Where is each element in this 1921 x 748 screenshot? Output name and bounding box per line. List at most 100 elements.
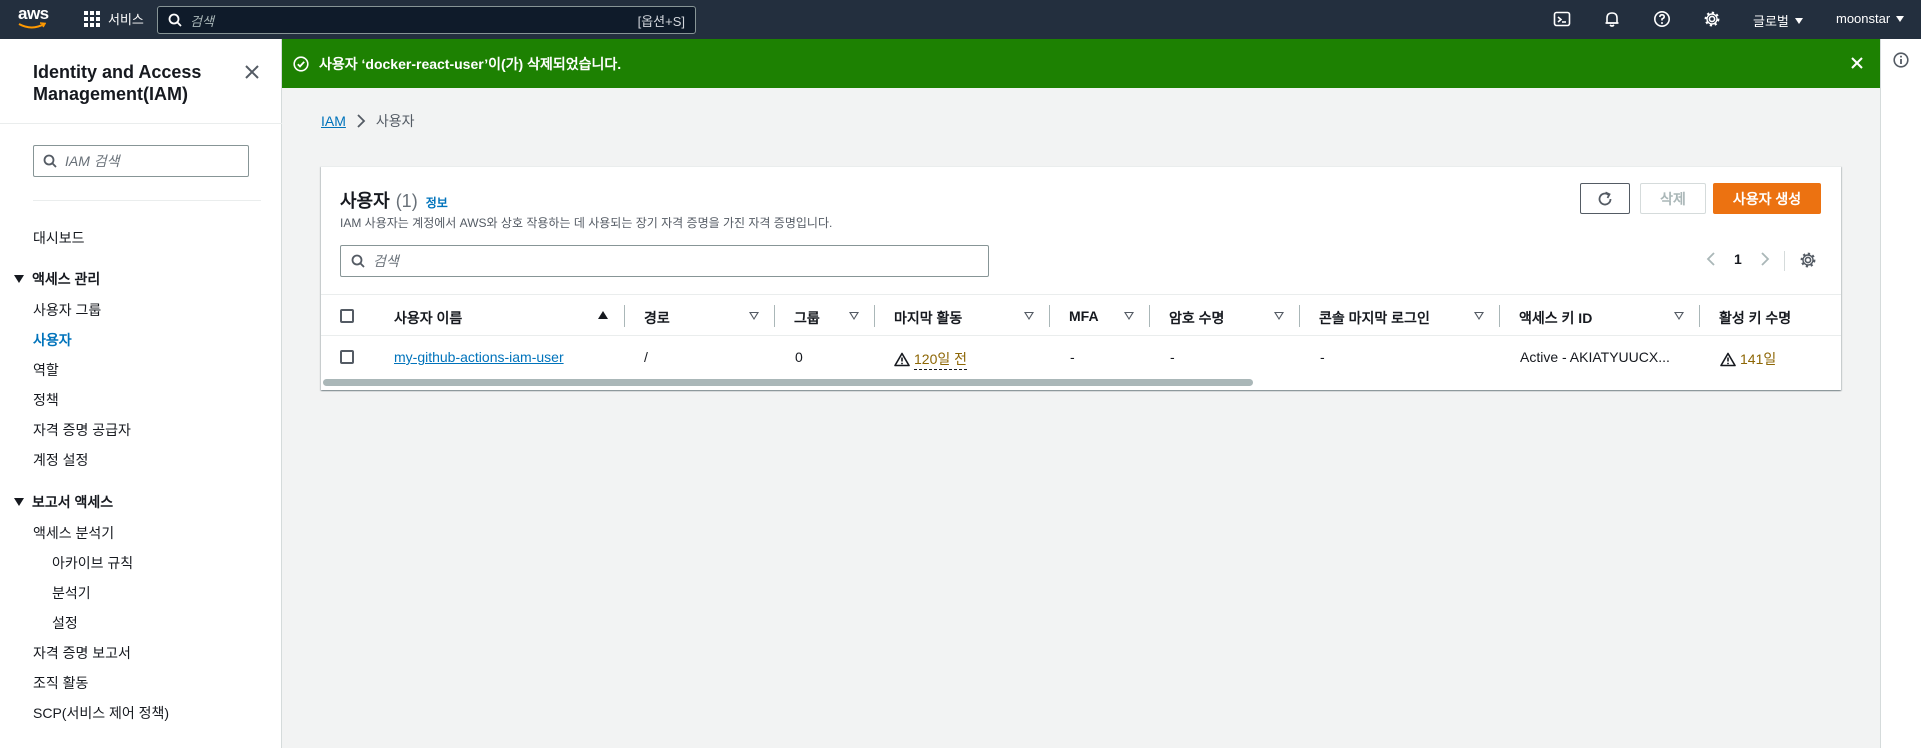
sidebar-item-archive-rules[interactable]: 아카이브 규칙 [52, 553, 133, 573]
column-header-mfa[interactable]: MFA [1069, 308, 1099, 324]
users-description: IAM 사용자는 계정에서 AWS와 상호 작용하는 데 사용되는 장기 자격 … [340, 216, 833, 230]
sidebar-item-users[interactable]: 사용자 [33, 330, 72, 350]
sort-icon[interactable] [1474, 312, 1484, 320]
column-header-username[interactable]: 사용자 이름 [394, 308, 462, 328]
sidebar-item-analyzer-settings[interactable]: 설정 [52, 613, 78, 633]
services-menu[interactable]: 서비스 [84, 9, 144, 28]
aws-logo[interactable]: aws [18, 5, 52, 32]
column-resizer[interactable] [1299, 305, 1300, 327]
search-icon [351, 254, 365, 268]
sidebar-item-roles[interactable]: 역할 [33, 360, 59, 380]
side-navigation: Identity and Access Management(IAM) IAM … [0, 39, 282, 748]
divider [0, 123, 282, 124]
horizontal-scrollbar[interactable] [323, 379, 1253, 386]
select-all-checkbox[interactable] [340, 309, 354, 323]
password-age-cell: - [1170, 349, 1175, 365]
sort-icon[interactable] [1674, 312, 1684, 320]
sidebar-item-scp[interactable]: SCP(서비스 제어 정책) [33, 703, 169, 723]
warning-icon [894, 352, 910, 367]
close-icon[interactable] [243, 63, 261, 81]
last-activity-value: 120일 전 [914, 349, 968, 370]
column-resizer[interactable] [874, 305, 875, 327]
column-resizer[interactable] [1499, 305, 1500, 327]
sort-icon[interactable] [1274, 312, 1284, 320]
region-selector[interactable]: 글로벌 [1753, 11, 1803, 30]
table-search-input[interactable]: 검색 [340, 245, 989, 277]
sidebar-item-organization-activity[interactable]: 조직 활동 [33, 673, 88, 693]
last-activity-cell[interactable]: 120일 전 [894, 349, 968, 370]
users-header: 사용자 (1) 정보 [340, 187, 448, 213]
divider [33, 200, 261, 201]
caret-down-icon [1794, 17, 1803, 24]
sidebar-item-access-analyzer[interactable]: 액세스 분석기 [33, 523, 114, 543]
create-user-button[interactable]: 사용자 생성 [1713, 183, 1821, 214]
sort-icon[interactable] [849, 312, 859, 320]
console-last-login-cell: - [1320, 349, 1325, 365]
sidebar-item-user-groups[interactable]: 사용자 그룹 [33, 300, 101, 320]
sort-ascending-icon[interactable] [598, 311, 608, 319]
column-resizer[interactable] [1699, 305, 1700, 327]
column-resizer[interactable] [1049, 305, 1050, 327]
search-icon [43, 154, 57, 168]
sidebar-item-dashboard[interactable]: 대시보드 [33, 228, 85, 248]
column-header-console-last-login[interactable]: 콘솔 마지막 로그인 [1319, 308, 1430, 328]
delete-button[interactable]: 삭제 [1640, 183, 1706, 214]
sort-icon[interactable] [749, 312, 759, 320]
sidebar-section-access-reports[interactable]: 보고서 액세스 [14, 492, 113, 512]
sidebar-item-credential-report[interactable]: 자격 증명 보고서 [33, 643, 131, 663]
sort-icon[interactable] [1024, 312, 1034, 320]
sidebar-item-analyzers[interactable]: 분석기 [52, 583, 91, 603]
help-icon[interactable] [1652, 9, 1672, 29]
cloudshell-icon[interactable] [1552, 9, 1572, 29]
breadcrumb-iam[interactable]: IAM [321, 113, 346, 129]
chevron-left-icon[interactable] [1706, 251, 1716, 267]
sidebar-section-access-management[interactable]: 액세스 관리 [14, 269, 100, 289]
info-link[interactable]: 정보 [426, 194, 448, 211]
info-icon[interactable] [1893, 52, 1909, 68]
table-header: 사용자 이름 경로 그룹 마지막 활동 MFA 암호 수명 콘솔 마지막 로그인… [321, 294, 1841, 336]
region-label: 글로벌 [1753, 14, 1789, 29]
sidebar-item-identity-providers[interactable]: 자격 증명 공급자 [33, 420, 131, 440]
close-icon[interactable] [1849, 55, 1865, 71]
column-header-groups[interactable]: 그룹 [794, 308, 820, 328]
warning-icon [1720, 352, 1736, 366]
caret-down-icon [14, 275, 24, 283]
column-header-path[interactable]: 경로 [644, 308, 670, 328]
sidebar-search-placeholder: IAM 검색 [65, 153, 120, 169]
column-resizer[interactable] [1149, 305, 1150, 327]
sidebar-title[interactable]: Identity and Access Management(IAM) [33, 61, 243, 105]
column-header-last-activity[interactable]: 마지막 활동 [894, 308, 962, 328]
caret-down-icon [1896, 15, 1905, 22]
account-menu[interactable]: moonstar [1836, 11, 1905, 26]
search-shortcut: [옵션+S] [637, 13, 685, 29]
username-link[interactable]: my-github-actions-iam-user [394, 349, 564, 365]
refresh-icon [1598, 191, 1612, 205]
column-resizer[interactable] [774, 305, 775, 327]
sidebar-search-input[interactable]: IAM 검색 [33, 145, 249, 177]
bell-icon[interactable] [1602, 9, 1622, 29]
caret-down-icon [14, 498, 24, 506]
table-row: my-github-actions-iam-user / 0 120일 전 - … [321, 336, 1841, 378]
users-table-container: 사용자 (1) 정보 IAM 사용자는 계정에서 AWS와 상호 작용하는 데 … [321, 166, 1841, 390]
chevron-right-icon[interactable] [1760, 251, 1770, 267]
top-navigation: aws 서비스 검색 [옵션+S] 글로벌 moonstar [0, 0, 1921, 39]
page-number[interactable]: 1 [1734, 251, 1742, 267]
sidebar-item-account-settings[interactable]: 계정 설정 [33, 450, 88, 470]
row-checkbox[interactable] [340, 350, 354, 364]
column-header-active-key-age[interactable]: 활성 키 수명 [1719, 308, 1791, 328]
column-header-password-age[interactable]: 암호 수명 [1169, 308, 1224, 328]
refresh-button[interactable] [1580, 183, 1630, 214]
column-resizer[interactable] [624, 305, 625, 327]
grid-icon [84, 10, 100, 27]
mfa-cell: - [1070, 349, 1075, 365]
sort-icon[interactable] [1124, 312, 1134, 320]
success-flashbar: 사용자 ‘docker-react-user’이(가) 삭제되었습니다. [282, 39, 1880, 88]
column-header-access-key-id[interactable]: 액세스 키 ID [1519, 308, 1592, 328]
global-search-input[interactable]: 검색 [옵션+S] [157, 6, 696, 34]
settings-icon[interactable] [1799, 251, 1817, 269]
settings-icon[interactable] [1702, 9, 1722, 29]
groups-cell: 0 [795, 349, 803, 365]
sidebar-item-policies[interactable]: 정책 [33, 390, 59, 410]
access-key-id-cell: Active - AKIATYUUCX... [1520, 349, 1670, 365]
global-search-placeholder: 검색 [190, 13, 214, 29]
